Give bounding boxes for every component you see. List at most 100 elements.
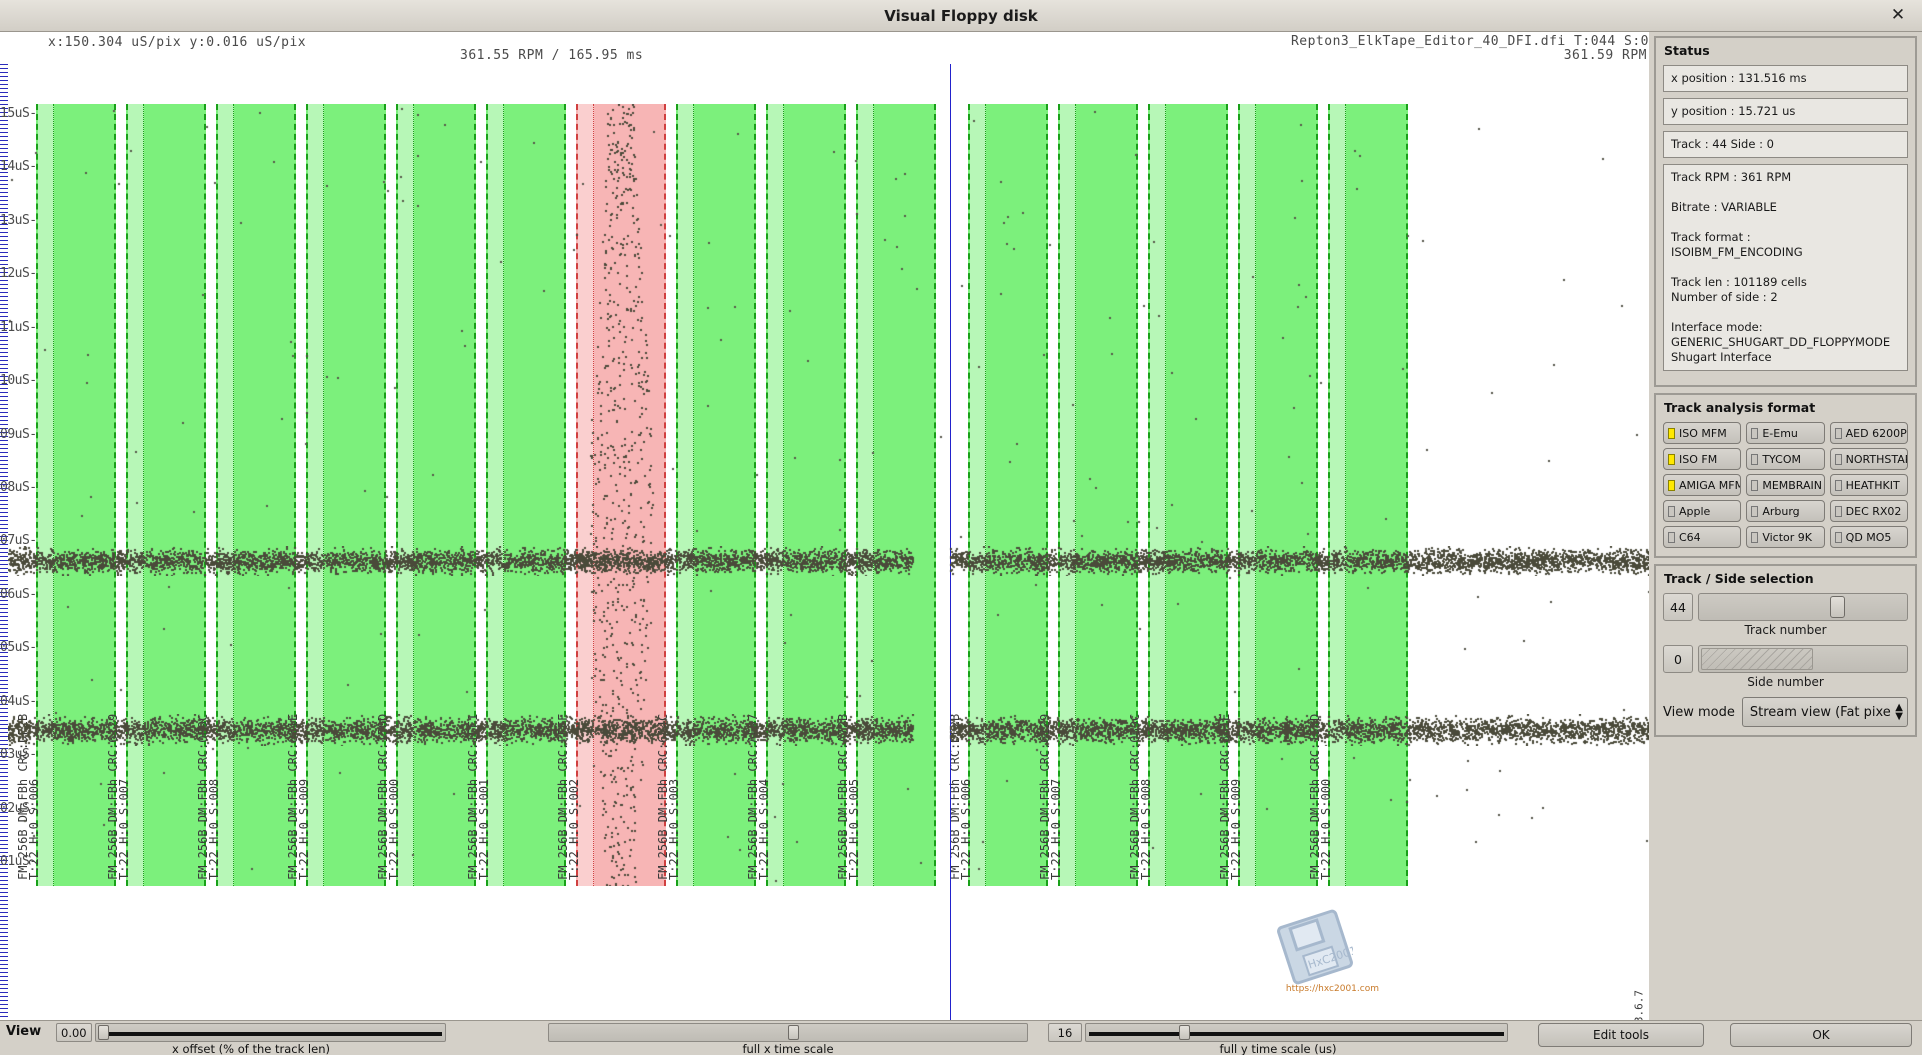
format-button-label: ISO FM: [1679, 453, 1717, 466]
format-button-amiga-mfm[interactable]: AMIGA MFM: [1663, 474, 1741, 496]
stream-canvas[interactable]: FM 256B DM:FBh CRC:DF2BT:22 H:0 S:006FM …: [0, 64, 1649, 1020]
y-axis-label: 01uS-: [0, 854, 37, 869]
format-led-icon: [1835, 454, 1842, 465]
track-details-field: Track RPM : 361 RPM Bitrate : VARIABLE T…: [1663, 164, 1908, 371]
y-axis-label: 05uS-: [0, 640, 37, 655]
format-button-label: NORTHSTAR: [1846, 453, 1908, 466]
x-scale-slider[interactable]: [548, 1023, 1028, 1042]
analysis-title: Track analysis format: [1664, 400, 1908, 415]
track-number-value[interactable]: 44: [1663, 593, 1693, 621]
format-button-northstar[interactable]: NORTHSTAR: [1830, 448, 1908, 470]
x-scale-caption: full x time scale: [548, 1042, 1028, 1055]
view-mode-row[interactable]: View mode Stream view (Fat pixe ▲ ▼: [1663, 697, 1908, 727]
y-axis-label: 13uS-: [0, 213, 37, 228]
side-panel: Status x position : 131.516 ms y positio…: [1649, 32, 1922, 1020]
y-scale-slider[interactable]: [1085, 1023, 1508, 1042]
format-button-label: AED 6200P: [1846, 427, 1907, 440]
edit-tools-button[interactable]: Edit tools: [1538, 1023, 1704, 1047]
y-axis-label: 12uS-: [0, 266, 37, 281]
y-axis-label: 15uS-: [0, 106, 37, 121]
format-button-label: MEMBRAIN: [1762, 479, 1822, 492]
side-number-caption: Side number: [1663, 675, 1908, 689]
format-button-label: Arburg: [1762, 505, 1799, 518]
y-axis-label: 02uS-: [0, 801, 37, 816]
close-icon[interactable]: ✕: [1888, 6, 1908, 26]
format-led-icon: [1751, 428, 1758, 439]
format-button-apple[interactable]: Apple: [1663, 500, 1741, 522]
format-button-e-emu[interactable]: E-Emu: [1746, 422, 1824, 444]
format-button-aed-6200p[interactable]: AED 6200P: [1830, 422, 1908, 444]
format-led-icon: [1668, 480, 1675, 491]
format-button-tycom[interactable]: TYCOM: [1746, 448, 1824, 470]
format-led-icon: [1835, 428, 1842, 439]
chevron-updown-icon[interactable]: ▲ ▼: [1895, 703, 1903, 721]
track-view-panel[interactable]: x:150.304 uS/pix y:0.016 uS/pix 361.55 R…: [0, 32, 1649, 1020]
x-offset-slider-row[interactable]: 0.00: [56, 1023, 446, 1042]
x-scale-thumb[interactable]: [788, 1025, 799, 1040]
format-button-label: AMIGA MFM: [1679, 479, 1741, 492]
y-scale-track-fill: [1089, 1032, 1504, 1036]
format-button-label: TYCOM: [1762, 453, 1801, 466]
side-number-value[interactable]: 0: [1663, 645, 1693, 673]
format-led-icon: [1751, 480, 1758, 491]
plot-header: x:150.304 uS/pix y:0.016 uS/pix 361.55 R…: [0, 32, 1649, 64]
y-axis-label: 10uS-: [0, 373, 37, 388]
side-number-row[interactable]: 0: [1663, 645, 1908, 673]
format-button-arburg[interactable]: Arburg: [1746, 500, 1824, 522]
sector-layer[interactable]: FM 256B DM:FBh CRC:DF2BT:22 H:0 S:006FM …: [8, 64, 1649, 1020]
y-axis-label: 06uS-: [0, 587, 37, 602]
visual-floppy-window: Visual Floppy disk ✕ x:150.304 uS/pix y:…: [0, 0, 1922, 1055]
format-button-label: E-Emu: [1762, 427, 1798, 440]
x-offset-value[interactable]: 0.00: [56, 1023, 92, 1042]
filename-text: Repton3_ElkTape_Editor_40_DFI.dfi T:044 …: [1291, 34, 1649, 49]
x-offset-caption: x offset (% of the track len): [56, 1042, 446, 1055]
y-scale-thumb[interactable]: [1179, 1025, 1190, 1040]
format-button-label: C64: [1679, 531, 1701, 544]
ok-button[interactable]: OK: [1730, 1023, 1912, 1047]
track-slider-thumb[interactable]: [1830, 596, 1845, 618]
format-button-dec-rx02[interactable]: DEC RX02: [1830, 500, 1908, 522]
x-offset-track-fill: [99, 1032, 442, 1036]
format-led-icon: [1668, 428, 1675, 439]
stray-flux-dots: [8, 104, 1649, 886]
rpm-text: 361.59 RPM: [1564, 48, 1647, 63]
y-scale-value[interactable]: 16: [1048, 1023, 1082, 1042]
format-button-label: HEATHKIT: [1846, 479, 1900, 492]
x-offset-thumb[interactable]: [98, 1025, 109, 1040]
view-mode-select[interactable]: Stream view (Fat pixe ▲ ▼: [1742, 697, 1908, 727]
track-number-slider[interactable]: [1698, 593, 1908, 621]
format-led-icon: [1751, 532, 1758, 543]
format-button-grid[interactable]: ISO MFM E-Emu AED 6200P ISO FM TYCOM NORTHSTA…: [1663, 422, 1908, 548]
status-title: Status: [1664, 43, 1908, 58]
y-axis: 15uS- 14uS- 13uS- 12uS- 11uS- 10uS- 09uS- 08uS-…: [0, 64, 40, 1020]
x-offset-slider[interactable]: [95, 1023, 446, 1042]
y-axis-label: 03uS-: [0, 747, 37, 762]
format-button-membrain[interactable]: MEMBRAIN: [1746, 474, 1824, 496]
x-position-field: x position : 131.516 ms: [1663, 65, 1908, 92]
y-axis-label: 09uS-: [0, 427, 37, 442]
format-button-qd-mo5[interactable]: QD MO5: [1830, 526, 1908, 548]
window-title: Visual Floppy disk: [884, 7, 1038, 25]
y-scale-slider-row[interactable]: 16: [1048, 1023, 1508, 1042]
format-button-victor-9k[interactable]: Victor 9K: [1746, 526, 1824, 548]
y-scale-caption: full y time scale (us): [1048, 1042, 1508, 1055]
side-number-slider[interactable]: [1698, 645, 1908, 673]
rpm-time-text: 361.55 RPM / 165.95 ms: [460, 48, 643, 63]
format-led-icon: [1668, 454, 1675, 465]
x-scale-slider-row[interactable]: [548, 1023, 1028, 1042]
view-mode-value: Stream view (Fat pixe: [1750, 705, 1891, 720]
format-button-heathkit[interactable]: HEATHKIT: [1830, 474, 1908, 496]
scale-info-text: x:150.304 uS/pix y:0.016 uS/pix: [48, 35, 306, 50]
track-side-selection-group: Track / Side selection 44 Track number 0…: [1654, 564, 1917, 737]
format-button-c64[interactable]: C64: [1663, 526, 1741, 548]
format-button-label: DEC RX02: [1846, 505, 1902, 518]
format-button-label: ISO MFM: [1679, 427, 1727, 440]
format-button-iso-fm[interactable]: ISO FM: [1663, 448, 1741, 470]
format-led-icon: [1835, 480, 1842, 491]
format-led-icon: [1751, 454, 1758, 465]
y-axis-label: 07uS-: [0, 533, 37, 548]
y-axis-label: 14uS-: [0, 159, 37, 174]
bottom-toolbar: View 0.00 x offset (% of the track len) …: [0, 1020, 1922, 1055]
track-number-row[interactable]: 44: [1663, 593, 1908, 621]
format-button-iso-mfm[interactable]: ISO MFM: [1663, 422, 1741, 444]
